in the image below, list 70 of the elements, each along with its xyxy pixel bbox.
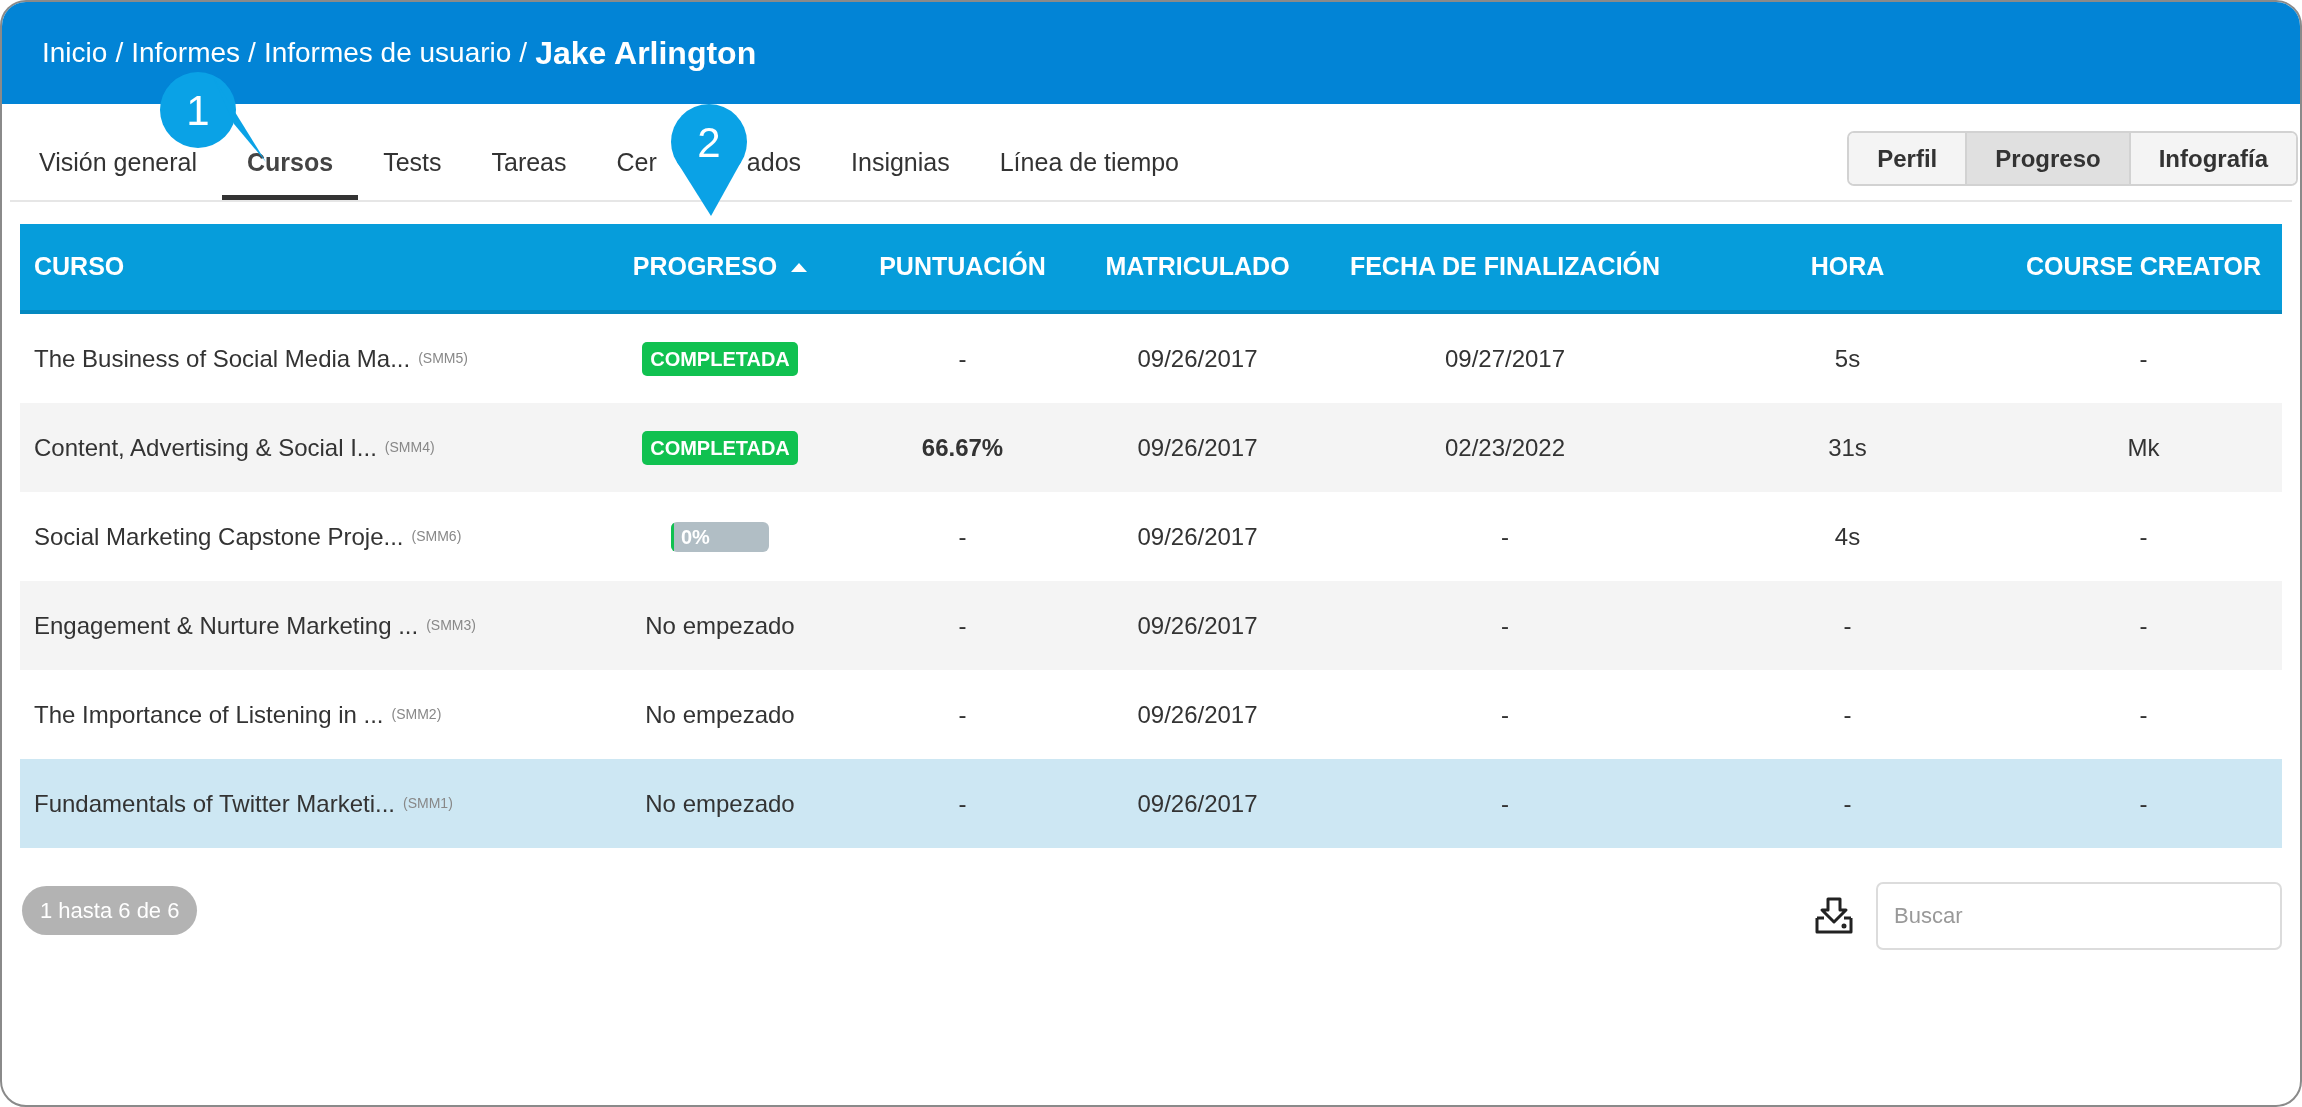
table-cell-text: 02/23/2022 — [1444, 432, 1566, 463]
table-row[interactable]: Engagement & Nurture Marketing ... (SMM3) No empezado - 09/26/2017 - - - — [20, 581, 2282, 670]
view-toggle-button[interactable]: Perfil — [1849, 133, 1966, 184]
breadcrumb-separator: / — [519, 36, 528, 70]
breadcrumb-link[interactable]: Inicio — [42, 32, 108, 74]
table-cell-text: 09/26/2017 — [1137, 788, 1258, 819]
tab[interactable]: Tests — [358, 133, 467, 200]
course-code: (SMM3) — [426, 616, 476, 635]
download-icon[interactable] — [1814, 896, 1854, 936]
tab[interactable]: Insignias — [826, 133, 975, 200]
table-cell-text: - — [2139, 521, 2148, 552]
tab[interactable]: Línea de tiempo — [974, 133, 1204, 200]
course-code: (SMM4) — [384, 438, 435, 457]
search-field[interactable]: Buscar — [1876, 882, 2282, 950]
table-cell-text: - — [1501, 521, 1509, 552]
sort-up-icon — [791, 262, 808, 272]
view-toggle-button[interactable]: Infografía — [2128, 133, 2296, 184]
course-name: The Business of Social Media Ma... — [34, 343, 411, 374]
table-cell-text: - — [2139, 788, 2148, 819]
table-cell-text: - — [1501, 699, 1509, 730]
course-code: (SMM5) — [418, 349, 468, 368]
course-code: (SMM2) — [391, 705, 442, 724]
course-name: The Importance of Listening in ... — [34, 699, 384, 730]
table-row[interactable]: Content, Advertising & Social I... (SMM4) COMPLETADA 66.67% 09/26/2017 02/23/2022 31s Mk — [20, 403, 2282, 492]
table-cell-text: 4s — [1834, 521, 1861, 552]
status-text: No empezado — [645, 699, 795, 730]
status-text: No empezado — [645, 788, 795, 819]
table-cell-text: - — [1501, 610, 1509, 641]
status-text: No empezado — [645, 610, 795, 641]
table-row[interactable]: Fundamentals of Twitter Marketi... (SMM1) No empezado - 09/26/2017 - - - — [20, 759, 2282, 848]
breadcrumb-link[interactable]: Informes — [131, 32, 241, 74]
status-badge: COMPLETADA — [642, 430, 798, 465]
table-cell-text: - — [958, 699, 967, 730]
course-code: (SMM1) — [403, 794, 453, 813]
progress-bar: 0% — [671, 521, 769, 552]
view-toggle-button[interactable]: Progreso — [1965, 133, 2129, 184]
table-cell-text: 31s — [1828, 432, 1867, 463]
table-cell-text: 09/26/2017 — [1137, 432, 1258, 463]
table-cell-text: - — [958, 610, 967, 641]
table-cell-text: 09/26/2017 — [1137, 699, 1258, 730]
course-name: Fundamentals of Twitter Marketi... — [34, 788, 396, 819]
table-cell-text: - — [1501, 788, 1509, 819]
table-cell-text: - — [1843, 610, 1852, 641]
breadcrumb-separator: / — [115, 36, 124, 70]
table-cell-text: - — [958, 343, 967, 374]
pagination-info: 1 hasta 6 de 6 — [22, 886, 198, 935]
table-cell-text: 09/26/2017 — [1137, 610, 1258, 641]
course-code: (SMM6) — [411, 527, 462, 546]
breadcrumb-current: Jake Arlington — [535, 34, 757, 73]
breadcrumb-separator: / — [248, 36, 256, 70]
tab[interactable]: Tareas — [466, 133, 592, 200]
course-name: Social Marketing Capstone Proje... — [34, 521, 404, 552]
table-cell-text: - — [1843, 788, 1852, 819]
course-name: Engagement & Nurture Marketing ... — [34, 610, 419, 641]
table-cell-text: Mk — [2127, 432, 2160, 463]
table-cell-text: 09/26/2017 — [1137, 343, 1258, 374]
table-cell-text: - — [2139, 343, 2148, 374]
table-cell-text: - — [1843, 699, 1852, 730]
table-cell-text: 66.67% — [921, 432, 1004, 463]
table-cell-text: 09/26/2017 — [1137, 521, 1258, 552]
table-cell-text: - — [958, 788, 967, 819]
table-cell-text: 09/27/2017 — [1444, 343, 1566, 374]
table-cell-text: - — [2139, 699, 2148, 730]
breadcrumb-link[interactable]: Informes de usuario — [263, 32, 512, 74]
table-cell-text: - — [2139, 610, 2148, 641]
course-name: Content, Advertising & Social I... — [34, 432, 377, 463]
table-cell-text: - — [958, 521, 967, 552]
status-badge: COMPLETADA — [642, 341, 798, 376]
table-cell-text: 5s — [1834, 343, 1861, 374]
tab[interactable]: Visión general — [14, 133, 222, 200]
